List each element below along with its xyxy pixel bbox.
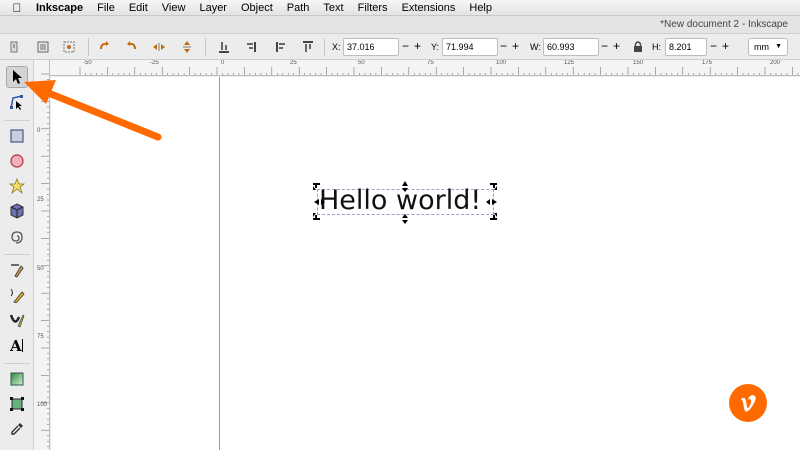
h-ruler-label: 100	[496, 60, 507, 66]
h-ruler-label: 0	[221, 60, 225, 66]
menu-file[interactable]: File	[90, 0, 122, 16]
toolbox: A	[0, 60, 34, 450]
deselect-icon[interactable]	[60, 38, 78, 56]
v-ruler-label: 25	[37, 197, 44, 203]
menu-filters[interactable]: Filters	[351, 0, 395, 16]
chevron-down-icon: ▼	[775, 43, 782, 50]
pen-tool-icon[interactable]	[6, 259, 28, 281]
lock-proportions-icon[interactable]	[629, 38, 647, 56]
spiral-tool-icon[interactable]	[6, 225, 28, 247]
x-label: X:	[332, 42, 341, 52]
h-increment-button[interactable]: +	[722, 39, 729, 53]
window-title: *New document 2 - Inkscape	[660, 19, 788, 30]
menu-extensions[interactable]: Extensions	[395, 0, 463, 16]
canvas-text-object[interactable]: Hello world!	[319, 185, 481, 217]
vertical-ruler[interactable]: 0 25 50 75 100	[34, 60, 50, 450]
apple-icon[interactable]: 	[0, 1, 34, 15]
menu-object[interactable]: Object	[234, 0, 280, 16]
h-ruler-label: 200	[770, 60, 781, 66]
menu-text[interactable]: Text	[316, 0, 350, 16]
horizontal-ruler-ticks	[79, 67, 799, 75]
v-ruler-label: 0	[37, 128, 41, 134]
x-input[interactable]: 37.016	[343, 38, 399, 56]
h-ruler-label: -25	[150, 60, 159, 66]
y-decrement-button[interactable]: −	[500, 39, 507, 53]
dropper-tool-icon[interactable]	[6, 418, 28, 440]
menu-view[interactable]: View	[155, 0, 193, 16]
mesh-tool-icon[interactable]	[6, 393, 28, 415]
calligraphy-tool-icon[interactable]	[6, 309, 28, 331]
y-input[interactable]: 71.994	[442, 38, 498, 56]
h-ruler-label: 25	[290, 60, 297, 66]
star-tool-icon[interactable]	[6, 175, 28, 197]
vertical-ruler-ticks	[41, 73, 49, 447]
y-label: Y:	[431, 42, 440, 52]
select-all-icon[interactable]	[6, 38, 24, 56]
horizontal-ruler[interactable]: -50 -25 0 25 50 75 100 125 150 175 200	[50, 60, 800, 76]
menu-path[interactable]: Path	[280, 0, 317, 16]
v-ruler-label: 50	[37, 266, 44, 272]
w-input[interactable]: 60.993	[543, 38, 599, 56]
h-ruler-label: -50	[83, 60, 92, 66]
w-increment-button[interactable]: +	[613, 39, 620, 53]
h-ruler-label: 125	[564, 60, 575, 66]
text-tool-icon[interactable]: A	[6, 334, 28, 356]
menu-layer[interactable]: Layer	[192, 0, 234, 16]
x-increment-button[interactable]: +	[414, 39, 421, 53]
menu-help[interactable]: Help	[462, 0, 499, 16]
drawing-canvas[interactable]	[51, 77, 800, 450]
h-ruler-label: 175	[702, 60, 713, 66]
flip-horizontal-icon[interactable]	[150, 38, 168, 56]
h-ruler-label: 75	[427, 60, 434, 66]
v-ruler-label: 100	[37, 402, 48, 408]
selector-tool-icon[interactable]	[6, 66, 28, 88]
h-ruler-label: 50	[358, 60, 365, 66]
gradient-tool-icon[interactable]	[6, 368, 28, 390]
ellipse-tool-icon[interactable]	[6, 150, 28, 172]
raise-to-top-icon[interactable]	[299, 38, 317, 56]
x-decrement-button[interactable]: −	[402, 39, 409, 53]
node-tool-icon[interactable]	[6, 91, 28, 113]
v-ruler-label: 75	[37, 334, 44, 340]
window-titlebar: *New document 2 - Inkscape	[0, 16, 800, 34]
y-increment-button[interactable]: +	[512, 39, 519, 53]
lower-icon[interactable]	[243, 38, 261, 56]
3d-box-tool-icon[interactable]	[6, 200, 28, 222]
raise-icon[interactable]	[271, 38, 289, 56]
rectangle-tool-icon[interactable]	[6, 125, 28, 147]
h-ruler-label: 150	[633, 60, 644, 66]
vimeo-logo-icon	[729, 384, 767, 422]
rotate-cw-icon[interactable]	[122, 38, 140, 56]
h-input[interactable]: 8.201	[665, 38, 707, 56]
menu-edit[interactable]: Edit	[122, 0, 155, 16]
w-label: W:	[530, 42, 541, 52]
h-label: H:	[652, 42, 661, 52]
flip-vertical-icon[interactable]	[178, 38, 196, 56]
unit-value: mm	[754, 42, 769, 52]
page-border	[219, 77, 220, 450]
menu-bar:  Inkscape File Edit View Layer Object P…	[0, 0, 800, 16]
svg-text:A: A	[9, 337, 22, 353]
w-decrement-button[interactable]: −	[601, 39, 608, 53]
select-all-layers-icon[interactable]	[34, 38, 52, 56]
pencil-tool-icon[interactable]	[6, 284, 28, 306]
tool-controls-bar: X: 37.016 − + Y: 71.994 − + W: 60.993 − …	[0, 34, 800, 60]
lower-to-bottom-icon[interactable]	[215, 38, 233, 56]
h-decrement-button[interactable]: −	[710, 39, 717, 53]
menu-app-name[interactable]: Inkscape	[34, 0, 90, 16]
rotate-ccw-icon[interactable]	[96, 38, 114, 56]
unit-select[interactable]: mm ▼	[748, 38, 788, 56]
